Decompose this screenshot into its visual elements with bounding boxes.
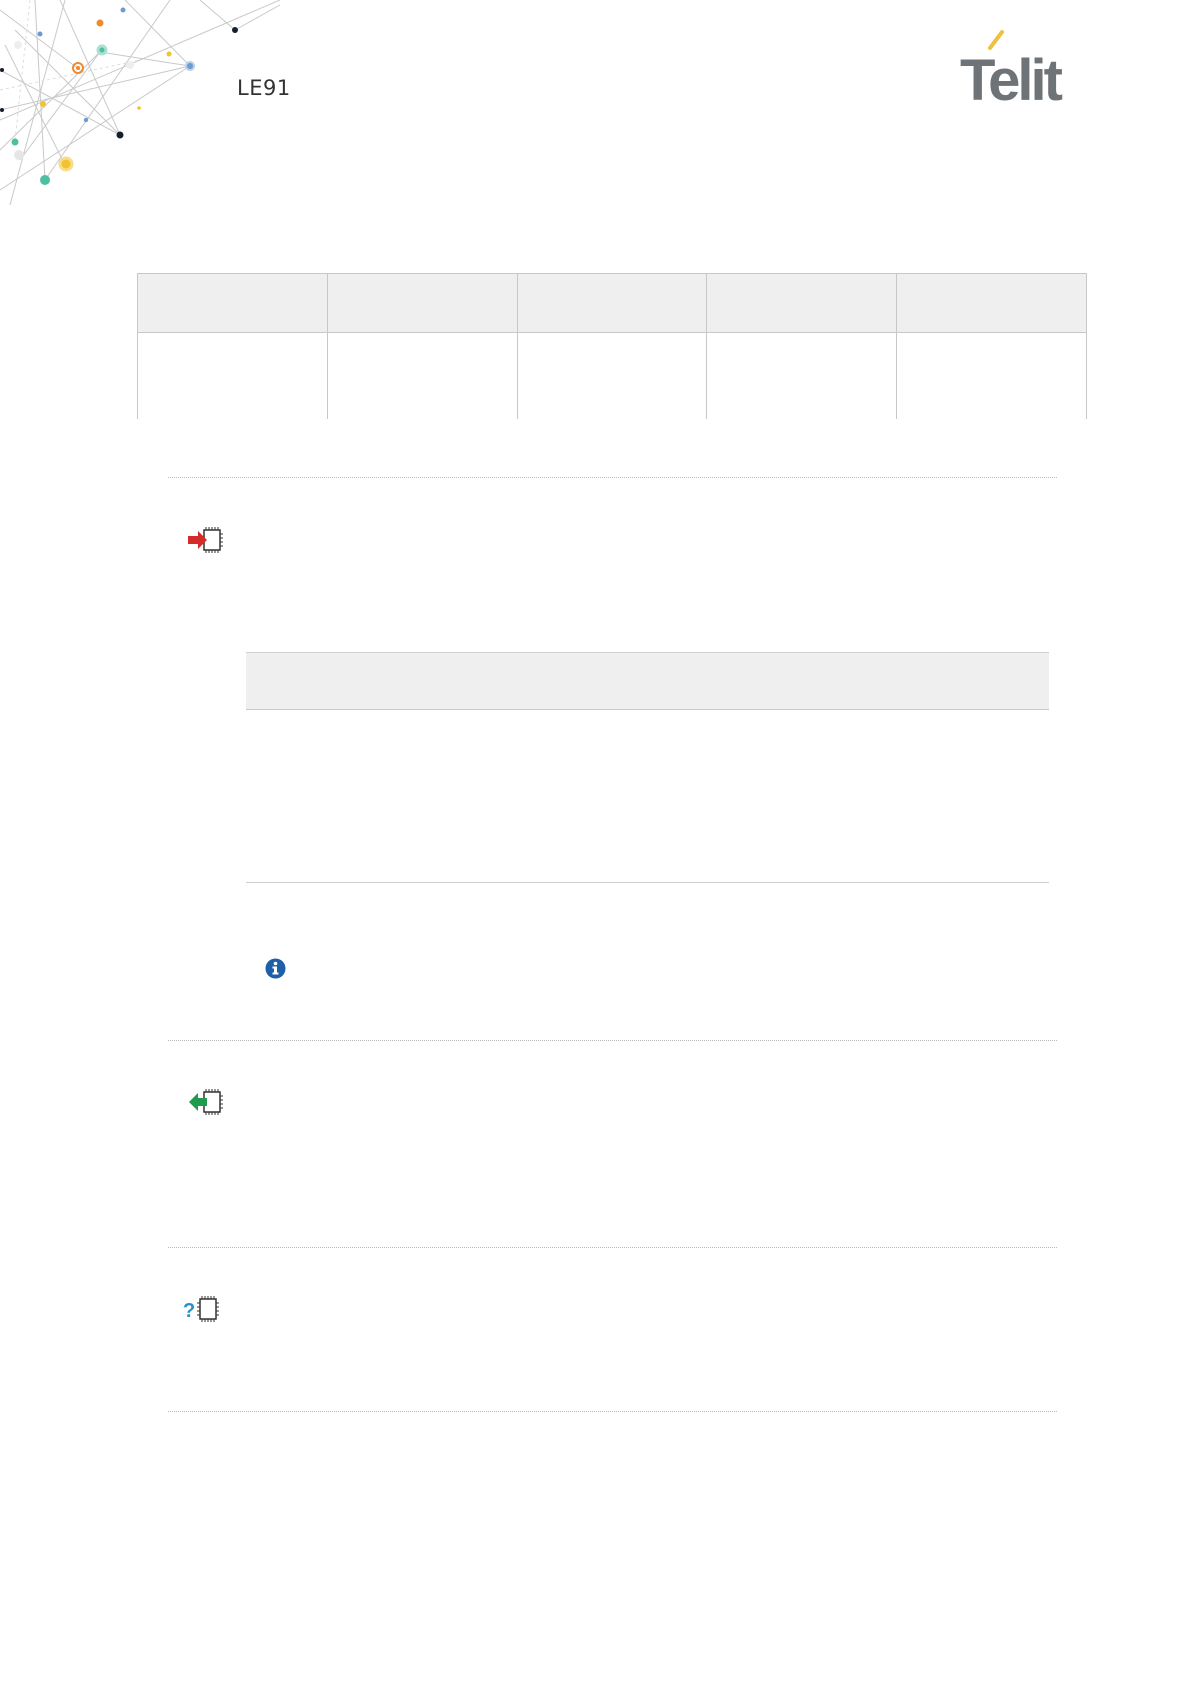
parameter-table-header	[246, 652, 1049, 710]
svg-text:Telit: Telit	[960, 48, 1063, 105]
table-cell	[707, 333, 898, 419]
command-summary-table	[137, 273, 1087, 419]
table-header-cell	[707, 274, 898, 332]
read-command-icon	[189, 1089, 223, 1115]
table-cell	[897, 333, 1086, 419]
info-icon	[265, 958, 286, 979]
table-header-cell	[518, 274, 708, 332]
network-decoration	[0, 0, 281, 206]
section-divider	[168, 477, 1057, 478]
document-model-label: LE91	[237, 76, 291, 100]
svg-text:?: ?	[183, 1300, 195, 1322]
table-header-row	[138, 274, 1086, 333]
section-divider	[168, 1247, 1057, 1248]
section-divider	[168, 1411, 1057, 1412]
table-header-cell	[138, 274, 328, 332]
table-header-cell	[897, 274, 1086, 332]
parameter-table-bottom-rule	[246, 882, 1049, 883]
telit-logo: Telit	[960, 30, 1066, 105]
table-cell	[518, 333, 708, 419]
test-command-icon: ?	[183, 1296, 219, 1322]
table-cell	[328, 333, 518, 419]
table-cell	[138, 333, 328, 419]
table-header-cell	[328, 274, 518, 332]
table-row	[138, 333, 1086, 419]
set-command-icon	[188, 527, 223, 553]
section-divider	[168, 1040, 1057, 1041]
